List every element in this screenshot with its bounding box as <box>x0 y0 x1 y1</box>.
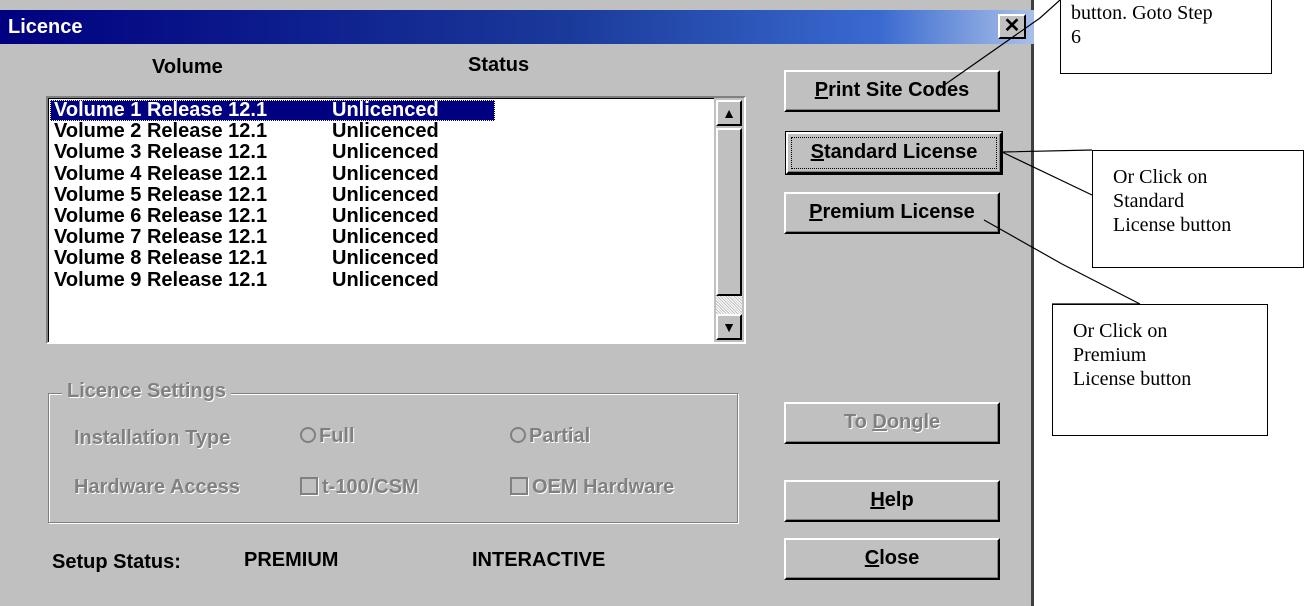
radio-partial[interactable]: Partial <box>510 425 590 448</box>
list-item[interactable]: Volume 5 Release 12.1 Unlicenced <box>50 183 710 206</box>
print-site-codes-button[interactable]: Print Site Codes <box>784 70 1000 112</box>
list-item[interactable]: Volume 3 Release 12.1 Unlicenced <box>50 142 710 163</box>
list-item-volume: Volume 7 Release 12.1 <box>54 226 268 249</box>
to-dongle-mnemonic: D <box>872 411 887 433</box>
callout-print-site-codes: button. Goto Step 6 <box>1060 0 1272 74</box>
list-item-status: Unlicenced <box>332 99 439 121</box>
callout-standard-line1: Or Click on <box>1113 166 1208 188</box>
setup-status-label: Setup Status: <box>52 551 181 573</box>
list-item[interactable]: Volume 2 Release 12.1 Unlicenced <box>50 121 710 142</box>
list-item-volume: Volume 4 Release 12.1 <box>54 162 268 185</box>
callout-top-line1: button. Goto Step <box>1071 2 1213 24</box>
list-item-volume: Volume 3 Release 12.1 <box>54 141 268 164</box>
scroll-thumb[interactable] <box>716 128 742 296</box>
standard-license-mnemonic: S <box>810 141 824 163</box>
standard-license-label: tandard License <box>823 141 978 163</box>
list-item[interactable]: Volume 8 Release 12.1 Unlicenced <box>50 248 710 269</box>
callout-premium-line3: License button <box>1073 368 1192 390</box>
premium-license-button[interactable]: Premium License <box>784 192 1000 234</box>
radio-partial-indicator <box>510 427 526 443</box>
standard-license-focus: Standard License <box>788 134 1000 172</box>
callout-standard-line3: License button <box>1113 214 1232 236</box>
licence-dialog: Licence ✕ Volume Status Volume 1 Release… <box>0 0 1034 606</box>
radio-partial-label: Partial <box>529 425 591 447</box>
list-item-volume: Volume 2 Release 12.1 <box>54 120 268 143</box>
list-item-status: Unlicenced <box>332 247 439 270</box>
standard-license-button[interactable]: Standard License <box>785 131 1003 175</box>
checkbox-oem-label: OEM Hardware <box>532 476 675 498</box>
title-bar: Licence ✕ <box>0 10 1034 44</box>
scroll-down-button[interactable]: ▼ <box>716 314 742 340</box>
arrow-down-icon: ▼ <box>722 319 736 335</box>
list-item-volume: Volume 6 Release 12.1 <box>54 204 268 227</box>
to-dongle-button[interactable]: To Dongle <box>784 402 1000 444</box>
list-item[interactable]: Volume 6 Release 12.1 Unlicenced <box>50 204 710 227</box>
help-label: elp <box>884 489 914 511</box>
close-icon: ✕ <box>1003 15 1021 37</box>
premium-license-label: remium License <box>822 201 975 223</box>
to-dongle-label: ongle <box>886 411 941 433</box>
callout-premium-license: Or Click on Premium License button <box>1052 304 1268 436</box>
installation-type-label: Installation Type <box>74 427 231 449</box>
list-item-status: Unlicenced <box>332 162 439 185</box>
list-scrollbar[interactable]: ▲ ▼ <box>714 98 744 342</box>
list-item-status: Unlicenced <box>332 204 439 227</box>
volume-list[interactable]: Volume 1 Release 12.1 Unlicenced Volume 2 … <box>46 96 746 344</box>
scroll-up-button[interactable]: ▲ <box>716 100 742 126</box>
list-item-volume: Volume 8 Release 12.1 <box>54 247 268 270</box>
close-label: lose <box>879 547 920 569</box>
licence-settings-group <box>48 393 738 523</box>
list-item-volume: Volume 9 Release 12.1 <box>54 268 268 291</box>
radio-full-label: Full <box>319 425 355 447</box>
print-site-codes-label: rint Site Codes <box>828 79 970 101</box>
close-button[interactable]: Close <box>784 538 1000 580</box>
close-mnemonic: C <box>864 547 880 569</box>
column-header-status: Status <box>468 54 530 76</box>
help-mnemonic: H <box>870 489 885 511</box>
setup-status-mode: PREMIUM <box>244 549 339 571</box>
callout-standard-line2: Standard <box>1113 190 1185 212</box>
list-item-volume: Volume 1 Release 12.1 <box>54 99 268 121</box>
list-item[interactable]: Volume 1 Release 12.1 Unlicenced <box>50 99 495 122</box>
checkbox-oem-box <box>510 477 528 495</box>
licence-settings-label: Licence Settings <box>62 380 231 403</box>
list-item-volume: Volume 5 Release 12.1 <box>54 183 268 206</box>
callout-premium-line2: Premium <box>1073 344 1147 366</box>
list-item-status: Unlicenced <box>332 141 439 164</box>
checkbox-oem-hardware[interactable]: OEM Hardware <box>510 476 674 499</box>
hardware-access-label: Hardware Access <box>74 476 241 498</box>
list-item[interactable]: Volume 4 Release 12.1 Unlicenced <box>50 162 710 185</box>
close-window-button[interactable]: ✕ <box>998 14 1026 39</box>
list-item-status: Unlicenced <box>332 183 439 206</box>
callout-premium-line1: Or Click on <box>1073 320 1168 342</box>
volume-list-rows: Volume 1 Release 12.1 Unlicenced Volume 2 … <box>50 100 710 291</box>
checkbox-t100-box <box>300 477 318 495</box>
list-item[interactable]: Volume 7 Release 12.1 Unlicenced <box>50 227 710 248</box>
list-item-status: Unlicenced <box>332 226 439 249</box>
arrow-up-icon: ▲ <box>722 105 736 121</box>
callout-top-line2: 6 <box>1071 26 1081 48</box>
premium-license-mnemonic: P <box>809 201 823 223</box>
window-title: Licence <box>8 16 83 38</box>
list-item-status: Unlicenced <box>332 120 439 143</box>
scroll-track[interactable] <box>716 296 742 314</box>
to-dongle-pre: To <box>843 411 873 433</box>
radio-full[interactable]: Full <box>300 425 355 448</box>
checkbox-t100-csm[interactable]: t-100/CSM <box>300 476 419 499</box>
callout-standard-license: Or Click on Standard License button <box>1092 150 1304 268</box>
setup-status-type: INTERACTIVE <box>472 549 606 571</box>
radio-full-indicator <box>300 427 316 443</box>
print-site-codes-mnemonic: P <box>814 79 829 101</box>
checkbox-t100-label: t-100/CSM <box>322 476 419 498</box>
list-item[interactable]: Volume 9 Release 12.1 Unlicenced <box>50 268 710 291</box>
column-header-volume: Volume <box>152 56 223 78</box>
list-item-status: Unlicenced <box>332 268 439 291</box>
help-button[interactable]: Help <box>784 480 1000 522</box>
